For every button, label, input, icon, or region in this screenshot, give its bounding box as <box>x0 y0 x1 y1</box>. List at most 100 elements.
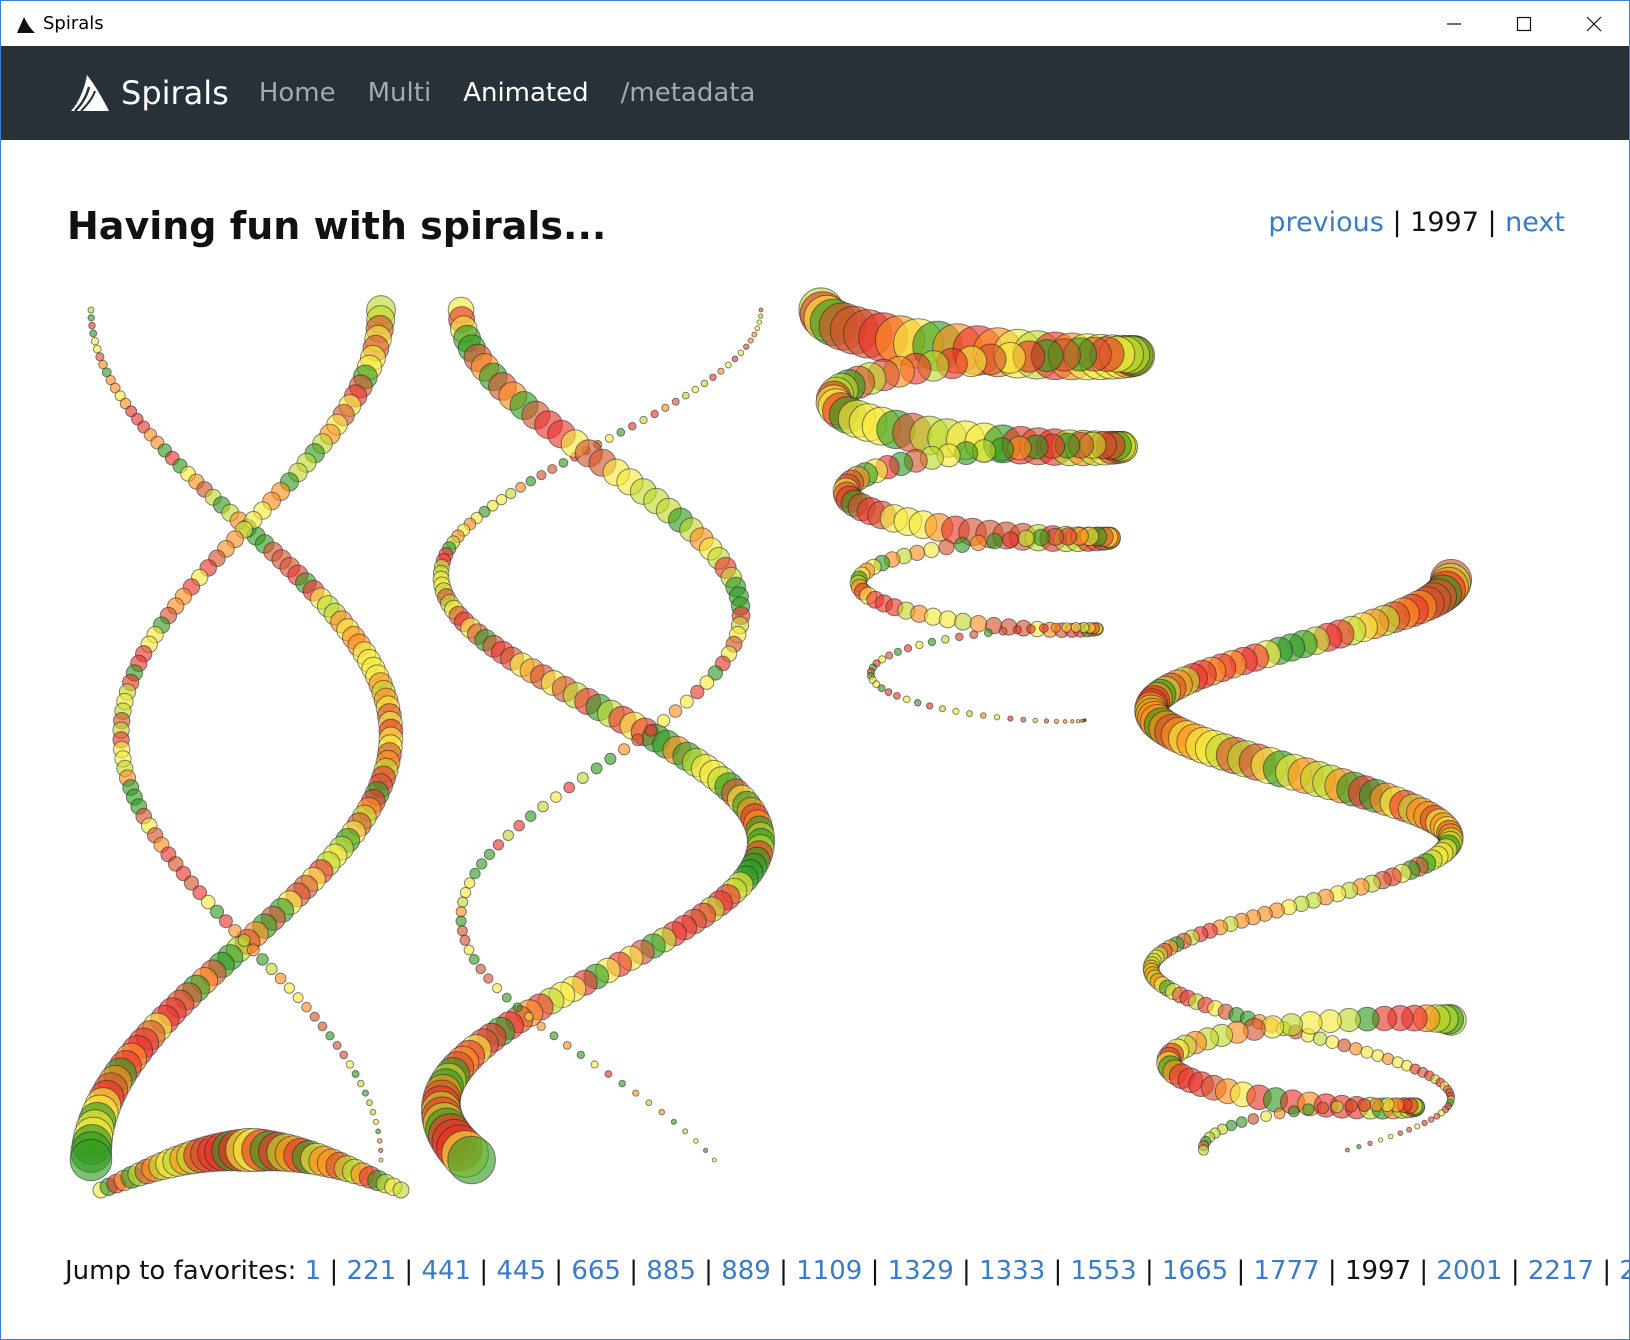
spiral-dot <box>1061 622 1072 633</box>
spiral-dot <box>731 355 739 363</box>
spiral-dot <box>631 733 644 747</box>
spiral-dot <box>693 1138 699 1144</box>
favorite-link-1109[interactable]: 1109 <box>796 1256 862 1286</box>
spiral-dot <box>679 694 694 709</box>
favorite-link-889[interactable]: 889 <box>721 1256 771 1286</box>
spiral-dot <box>563 781 576 794</box>
spiral-dot <box>524 810 537 823</box>
spiral-dot <box>691 385 700 394</box>
spiral-dot <box>884 688 893 697</box>
spiral-dot <box>292 992 304 1004</box>
favorite-separator: | <box>1602 1256 1612 1286</box>
favorite-separator: | <box>554 1256 564 1286</box>
spiral-dot <box>468 954 480 965</box>
spiral-dot <box>650 409 659 419</box>
favorite-link-441[interactable]: 441 <box>421 1256 471 1286</box>
spiral-dot <box>966 710 973 718</box>
favorite-link-2001[interactable]: 2001 <box>1436 1256 1502 1286</box>
nav-animated[interactable]: Animated <box>463 78 588 108</box>
spiral-dot <box>926 702 934 710</box>
spiral-dot <box>938 610 957 629</box>
spiral-dot <box>924 607 943 626</box>
spiral-dot <box>325 1031 335 1041</box>
spiral-dot <box>228 924 242 938</box>
spiral-dot <box>536 470 547 481</box>
favorite-link-1329[interactable]: 1329 <box>888 1256 954 1286</box>
brand-link[interactable]: Spirals <box>69 73 229 113</box>
spiral-dot <box>558 458 569 468</box>
spiral-dot <box>492 983 503 994</box>
spiral-dot <box>938 539 955 556</box>
favorite-link-2217[interactable]: 2217 <box>1528 1256 1594 1286</box>
maximize-button[interactable] <box>1489 1 1559 46</box>
window-controls <box>1419 1 1629 46</box>
spiral-dot <box>1053 718 1060 725</box>
top-navbar: Spirals Home Multi Animated /metadata <box>1 46 1629 140</box>
favorite-link-2221[interactable]: 2221 <box>1619 1256 1629 1286</box>
spiral-dot <box>90 337 100 346</box>
favorite-link-885[interactable]: 885 <box>646 1256 696 1286</box>
spiral-dot <box>700 379 709 388</box>
spiral-dot <box>351 1070 360 1078</box>
spiral-dot <box>1032 528 1050 547</box>
favorite-link-665[interactable]: 665 <box>571 1256 621 1286</box>
spiral-dot <box>668 704 683 718</box>
minimize-button[interactable] <box>1419 1 1489 46</box>
favorites-label: Jump to favorites: <box>65 1256 297 1286</box>
spiral-dot <box>515 481 526 493</box>
spiral-dot <box>357 1079 365 1088</box>
spiral-dot <box>456 925 468 937</box>
minimize-icon <box>1447 22 1461 25</box>
spiral-dot <box>513 819 525 832</box>
favorite-separator: | <box>404 1256 414 1286</box>
spiral-dot <box>1002 531 1019 549</box>
spiral-dot <box>392 1181 410 1199</box>
spiral-dot <box>923 541 940 559</box>
spiral-dot <box>645 1099 653 1107</box>
spiral-dot <box>955 632 964 642</box>
favorite-link-445[interactable]: 445 <box>496 1256 546 1286</box>
spiral-dot <box>1356 1144 1362 1150</box>
favorite-link-1553[interactable]: 1553 <box>1071 1256 1137 1286</box>
spiral-dot <box>469 867 481 880</box>
favorite-link-1665[interactable]: 1665 <box>1162 1256 1228 1286</box>
favorite-link-1333[interactable]: 1333 <box>979 1256 1045 1286</box>
favorite-separator: | <box>479 1256 489 1286</box>
spiral-dot <box>604 752 617 766</box>
close-icon <box>1586 16 1602 31</box>
maximize-icon <box>1516 16 1532 31</box>
nav-multi[interactable]: Multi <box>368 78 432 108</box>
spiral-dot <box>998 626 1008 636</box>
spiral-dot <box>1070 622 1082 633</box>
nav-metadata[interactable]: /metadata <box>621 78 756 108</box>
nav-home[interactable]: Home <box>259 78 336 108</box>
spiral-dot <box>758 313 764 319</box>
spiral-dot <box>754 325 761 332</box>
spiral-dot <box>265 962 278 976</box>
favorite-link-221[interactable]: 221 <box>347 1256 397 1286</box>
spiral-dot <box>92 344 102 354</box>
spiral-dot <box>1387 1133 1394 1140</box>
spiral-dot <box>913 699 922 707</box>
spiral-dot <box>1302 1103 1315 1116</box>
spiral-dot <box>459 886 472 899</box>
spiral-dot <box>550 791 562 803</box>
spiral-dot <box>1083 718 1087 722</box>
spiral-dot <box>756 319 763 325</box>
spiral-dot <box>709 373 717 382</box>
spiral-dot <box>1433 1112 1441 1120</box>
spiral-dot <box>954 612 972 631</box>
favorites-bar: Jump to favorites: 1 | 221 | 441 | 445 |… <box>65 1256 1629 1286</box>
spiral-dot <box>915 640 924 650</box>
spiral-dot <box>1316 1101 1330 1115</box>
spiral-dot <box>893 692 901 700</box>
spiral-dot <box>969 630 979 640</box>
close-button[interactable] <box>1559 1 1629 46</box>
spiral-dot <box>1032 717 1039 724</box>
spiral-dot <box>618 1079 627 1088</box>
spiral-dot <box>378 1157 384 1163</box>
favorite-separator: | <box>1236 1256 1246 1286</box>
spiral-dot <box>1427 1116 1435 1123</box>
favorite-link-1777[interactable]: 1777 <box>1253 1256 1319 1286</box>
favorite-link-1[interactable]: 1 <box>305 1256 322 1286</box>
